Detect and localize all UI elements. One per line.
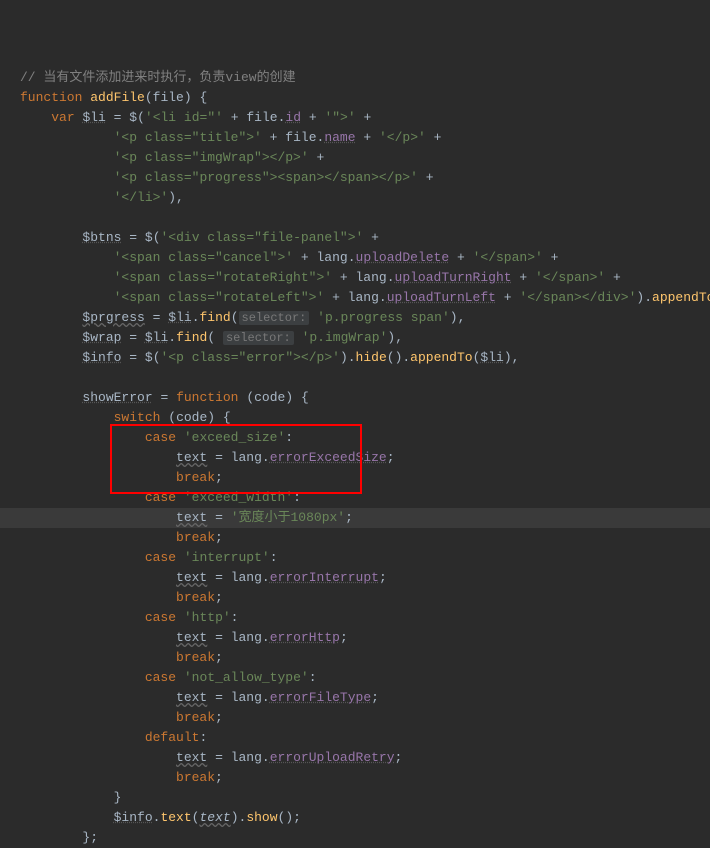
var-btns: $btns <box>82 230 121 245</box>
kw-var: var <box>51 110 74 125</box>
param-hint: selector: <box>239 311 310 325</box>
code-comment: // 当有文件添加进来时执行，负责view的创建 <box>20 70 296 85</box>
var-wrap: $wrap <box>82 330 121 345</box>
function-name: addFile <box>90 90 145 105</box>
var-li: $li <box>82 110 105 125</box>
var-showerror: showError <box>82 390 152 405</box>
fn-param: file <box>153 90 184 105</box>
code-editor: // 当有文件添加进来时执行，负责view的创建 function addFil… <box>0 0 710 848</box>
var-info: $info <box>82 350 121 365</box>
current-line-highlight <box>0 508 710 528</box>
jq: $ <box>129 110 137 125</box>
var-prgress: $prgress <box>82 310 144 325</box>
kw-function: function <box>20 90 82 105</box>
param-hint: selector: <box>223 331 294 345</box>
